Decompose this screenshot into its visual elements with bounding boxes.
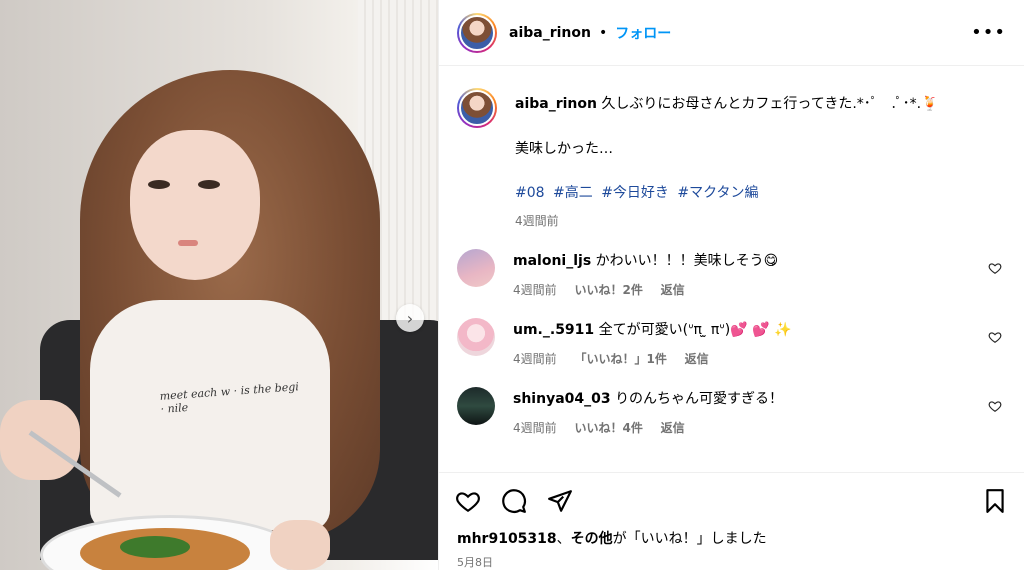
comment-item: shinya04_03 りのんちゃん可愛すぎる！ 4週間前 いいね！4件 返信 [457,387,1006,436]
hashtag-link[interactable]: #高二 [553,185,593,201]
comment-text-line: maloni_ljs かわいい！！！美味しそう😋 [513,251,1006,271]
comment-likes-link[interactable]: いいね！4件 [574,421,642,435]
heart-icon[interactable] [988,399,1002,413]
comment-meta: 4週間前 いいね！2件 返信 [513,281,1006,298]
comment-text-line: shinya04_03 りのんちゃん可愛すぎる！ [513,389,1006,409]
commenter-avatar-image [457,249,495,287]
photo-face [130,130,260,280]
post-date[interactable]: 5月8日 [439,548,1024,570]
author-avatar[interactable] [457,12,497,53]
commenter-avatar-image [457,318,495,356]
liker-username[interactable]: mhr9105318 [457,531,557,547]
photo-eye-left [148,180,170,189]
likes-others-link[interactable]: その他 [571,531,613,547]
comment-time[interactable]: 4週間前 [513,352,557,366]
next-photo-button[interactable]: › [396,304,424,332]
hashtag-link[interactable]: #今日好き [601,185,669,201]
comment-bubble-icon[interactable] [501,488,527,514]
caption-time[interactable]: 4週間前 [515,214,559,228]
action-bar [439,472,1024,528]
comment-item: um._.5911 全てが可愛い(ᐡπ ̫ πᐡ)💕 💕 ✨ 4週間前 「いいね… [457,318,1006,367]
photo-eye-right [198,180,220,189]
caption-line-2: 美味しかった… [515,141,613,157]
comment-item: maloni_ljs かわいい！！！美味しそう😋 4週間前 いいね！2件 返信 [457,249,1006,298]
comment-meta: 4週間前 いいね！4件 返信 [513,419,1006,436]
heart-icon[interactable] [988,261,1002,275]
photo-greens [120,536,190,558]
post-side-panel: aiba_rinon • フォロー ••• aiba_rinon 久しぶりにお母… [438,0,1024,570]
header-separator: • [598,24,608,41]
caption-text-line: aiba_rinon 久しぶりにお母さんとカフェ行ってきた.*･ﾟ .ﾟ･*.🍹 [515,94,1006,114]
comment-time[interactable]: 4週間前 [513,283,557,297]
reply-button[interactable]: 返信 [661,283,685,297]
caption-username[interactable]: aiba_rinon [515,96,597,112]
reply-button[interactable]: 返信 [685,352,709,366]
comment-likes-link[interactable]: いいね！2件 [574,283,642,297]
reply-button[interactable]: 返信 [661,421,685,435]
photo-hand-right [270,520,330,570]
caption: aiba_rinon 久しぶりにお母さんとカフェ行ってきた.*･ﾟ .ﾟ･*.🍹… [457,88,1006,229]
photo-mouth [178,240,198,246]
follow-button[interactable]: フォロー [615,23,671,43]
post-photo[interactable]: meet each w · is the begi · nile › [0,0,438,570]
post-header: aiba_rinon • フォロー ••• [439,0,1024,66]
hashtag-link[interactable]: #マクタン編 [677,185,758,201]
bookmark-icon[interactable] [982,488,1008,514]
commenter-avatar[interactable] [457,387,495,425]
comments-section[interactable]: aiba_rinon 久しぶりにお母さんとカフェ行ってきた.*･ﾟ .ﾟ･*.🍹… [439,66,1024,472]
author-username[interactable]: aiba_rinon [509,25,591,41]
author-avatar-image [459,14,495,51]
caption-text: 久しぶりにお母さんとカフェ行ってきた.*･ﾟ .ﾟ･*.🍹 [601,96,939,112]
caption-meta: 4週間前 [515,212,1006,229]
like-heart-icon[interactable] [455,488,481,514]
commenter-avatar[interactable] [457,318,495,356]
likes-suffix: が「いいね！」しました [612,531,767,547]
likes-separator: 、 [556,531,571,547]
commenter-avatar[interactable] [457,249,495,287]
comment-text-line: um._.5911 全てが可愛い(ᐡπ ̫ πᐡ)💕 💕 ✨ [513,320,1006,340]
comment-username[interactable]: um._.5911 [513,322,594,338]
caption-avatar[interactable] [457,88,497,128]
commenter-avatar-image [457,387,495,425]
chevron-right-icon: › [406,308,414,328]
comment-text: りのんちゃん可愛すぎる！ [615,391,784,407]
comment-username[interactable]: maloni_ljs [513,253,591,269]
share-paper-plane-icon[interactable] [547,488,573,514]
heart-icon[interactable] [988,330,1002,344]
hashtag-link[interactable]: #08 [515,185,545,201]
photo-shirt [90,300,330,530]
comment-text: かわいい！！！美味しそう😋 [595,253,779,269]
comment-likes-link[interactable]: 「いいね！」1件 [574,352,666,366]
caption-avatar-image [459,90,495,126]
comment-time[interactable]: 4週間前 [513,421,557,435]
comment-text: 全てが可愛い(ᐡπ ̫ πᐡ)💕 💕 ✨ [598,322,792,338]
likes-summary: mhr9105318、その他が「いいね！」しました [439,528,1024,548]
more-options-icon[interactable]: ••• [971,22,1006,43]
hashtags: #08 #高二 #今日好き #マクタン編 [515,182,1006,202]
comment-meta: 4週間前 「いいね！」1件 返信 [513,350,1006,367]
post-viewer: meet each w · is the begi · nile › aiba_… [0,0,1024,570]
comment-username[interactable]: shinya04_03 [513,391,611,407]
